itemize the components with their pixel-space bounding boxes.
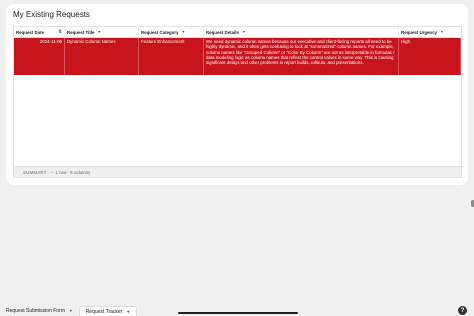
requests-table: Request Date ⇅ Request Title ▼ Request C…	[13, 26, 462, 178]
chevron-down-icon[interactable]: ▼	[242, 30, 246, 34]
chevron-down-icon[interactable]: ▼	[440, 30, 444, 34]
table-header: Request Date ⇅ Request Title ▼ Request C…	[14, 27, 461, 38]
chevron-down-icon[interactable]: ▼	[98, 30, 102, 34]
column-header-request-date[interactable]: Request Date ⇅	[14, 27, 65, 37]
page-tab-bar: Request Submission Form ▼ Request Tracke…	[0, 305, 474, 316]
cell-request-details[interactable]: We need dynamic column names because our…	[204, 38, 399, 75]
chevron-down-icon[interactable]: ▼	[182, 30, 186, 34]
sort-icon[interactable]: ⇅	[58, 29, 62, 35]
column-header-label: Request Details	[206, 29, 239, 35]
app-page: My Existing Requests Request Date ⇅ Requ…	[0, 0, 474, 316]
summary-label: SUMMARY	[23, 169, 47, 175]
column-header-label: Request Category	[141, 29, 179, 35]
requests-card: My Existing Requests Request Date ⇅ Requ…	[6, 4, 468, 185]
table-row[interactable]: 2024-11-06 Dynamic Column Names Feature …	[14, 38, 461, 75]
table-summary-bar[interactable]: SUMMARY ^ 1 row · 5 columns	[14, 166, 461, 177]
column-header-request-title[interactable]: Request Title ▼	[65, 27, 139, 37]
tab-label: Request Tracker	[85, 308, 123, 315]
chevron-down-icon[interactable]: ▼	[126, 310, 130, 314]
column-header-label: Request Date	[16, 29, 45, 35]
card-title: My Existing Requests	[13, 10, 90, 19]
cell-request-urgency[interactable]: High	[399, 38, 461, 75]
tab-label: Request Submission Form	[6, 308, 65, 314]
tab-request-submission-form[interactable]: Request Submission Form ▼	[0, 306, 79, 316]
column-header-request-urgency[interactable]: Request Urgency ▼	[399, 27, 461, 37]
summary-text: 1 row · 5 columns	[55, 169, 91, 175]
cell-request-title[interactable]: Dynamic Column Names	[65, 38, 139, 75]
chevron-down-icon[interactable]: ▼	[69, 309, 73, 313]
chevron-up-icon[interactable]: ^	[51, 170, 53, 175]
home-indicator	[178, 312, 298, 314]
column-header-label: Request Title	[67, 29, 95, 35]
help-button[interactable]: ?	[458, 306, 467, 315]
tab-request-tracker[interactable]: Request Tracker ▼	[78, 306, 138, 316]
cell-request-date[interactable]: 2024-11-06	[14, 38, 65, 75]
cell-request-category[interactable]: Feature Enhancement	[139, 38, 204, 75]
column-header-label: Request Urgency	[401, 29, 438, 35]
column-header-request-category[interactable]: Request Category ▼	[139, 27, 204, 37]
help-icon: ?	[460, 307, 465, 314]
column-header-request-details[interactable]: Request Details ▼	[204, 27, 399, 37]
